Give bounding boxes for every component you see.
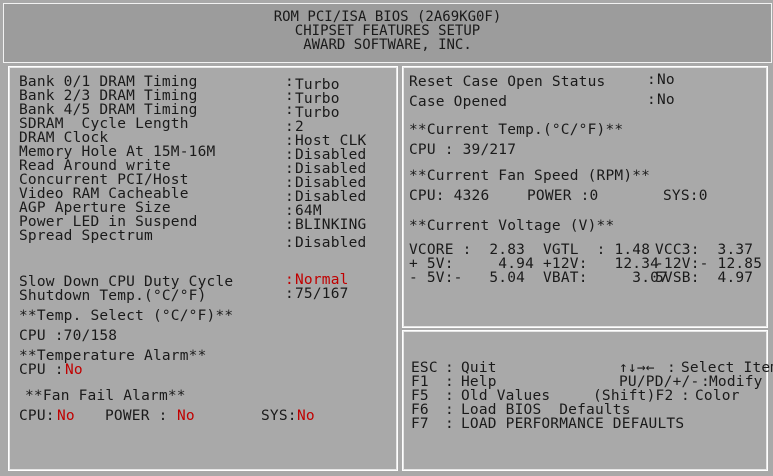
setting-value[interactable]: Disabled (295, 176, 366, 191)
fan-speed-sys: SYS:0 (663, 188, 708, 204)
bios-title: ROM PCI/ISA BIOS (2A69KG0F) (273, 9, 502, 25)
help-key-2: PU/PD/+/- (619, 374, 700, 390)
voltage-plus5: + 5V: 4.94 (409, 256, 535, 272)
bios-screen: ROM PCI/ISA BIOS (2A69KG0F) CHIPSET FEAT… (0, 0, 773, 476)
voltage-plus12: +12V: 12.34 (543, 256, 660, 272)
setting-label: Bank 4/5 DRAM Timing (19, 102, 198, 118)
setting-value[interactable]: Turbo (295, 78, 340, 93)
help-text: LOAD PERFORMANCE DEFAULTS (461, 416, 685, 432)
help-panel: ESC : Quit ↑↓→← : Select Item F1 : Help … (402, 330, 773, 471)
case-opened-label: Case Opened (409, 94, 508, 110)
fan-speed-cpu: CPU: 4326 (409, 188, 490, 204)
selected-setting-value[interactable]: Normal (295, 273, 349, 288)
setting-label: Bank 2/3 DRAM Timing (19, 88, 198, 104)
help-text-2: Color (695, 388, 740, 404)
setting-value[interactable]: 64M (295, 204, 322, 219)
setting-label: Slow Down CPU Duty Cycle (19, 274, 234, 290)
setting-label: Read Around write (19, 158, 171, 174)
help-key: F1 (411, 374, 429, 390)
setting-label: Concurrent PCI/Host (19, 172, 189, 188)
fan-speed-title: **Current Fan Speed (RPM)** (409, 168, 651, 184)
page-title: CHIPSET FEATURES SETUP (294, 23, 481, 39)
setting-label: SDRAM Cycle Length (19, 116, 189, 132)
setting-value[interactable]: Turbo (295, 106, 340, 121)
setting-value[interactable]: 2 (295, 120, 304, 135)
fan-fail-sys-value[interactable]: No (297, 409, 315, 424)
current-temp-title: **Current Temp.(°C/°F)** (409, 122, 624, 138)
voltage-vcc3: VCC3: 3.37 (655, 242, 754, 258)
temp-select-title: **Temp. Select (°C/°F)** (19, 308, 234, 324)
setting-label: Memory Hole At 15M-16M (19, 144, 216, 160)
temp-alarm-cpu-label: CPU : (19, 362, 64, 378)
voltage-vbat: VBAT: 3.07 (543, 270, 669, 286)
reset-case-label: Reset Case Open Status (409, 74, 606, 90)
setting-label: Bank 0/1 DRAM Timing (19, 74, 198, 90)
fan-fail-power-value[interactable]: No (177, 409, 195, 424)
help-text-2: Select Item (681, 360, 773, 376)
setting-value[interactable]: Turbo (295, 92, 340, 107)
help-text: Help (461, 374, 497, 390)
help-key-2: ↑↓→← (619, 360, 655, 376)
setting-label: AGP Aperture Size (19, 200, 171, 216)
voltage-vgtl: VGTL : 1.48 (543, 242, 651, 258)
fan-fail-sys-label: SYS: (261, 408, 297, 424)
temp-select-cpu[interactable]: CPU :70/158 (19, 329, 117, 344)
fan-fail-cpu-value[interactable]: No (57, 409, 75, 424)
setting-value[interactable]: Host CLK (295, 134, 366, 149)
setting-value[interactable]: BLINKING (295, 218, 366, 233)
current-temp-cpu: CPU : 39/217 (409, 142, 517, 158)
setting-value[interactable]: 75/167 (295, 287, 349, 302)
setting-colon: : (285, 74, 294, 90)
setting-label: DRAM Clock (19, 130, 109, 146)
voltage-title: **Current Voltage (V)** (409, 218, 615, 234)
help-key-2: (Shift)F2 (593, 388, 674, 404)
help-text: Load BIOS Defaults (461, 402, 631, 418)
voltage-vcore: VCORE : 2.83 (409, 242, 526, 258)
temp-alarm-title: **Temperature Alarm** (19, 348, 207, 364)
help-key: F5 (411, 388, 429, 404)
voltage-minus12: -12V:- 12.85 (655, 256, 763, 272)
voltage-5vsb: 5VSB: 4.97 (655, 270, 754, 286)
setting-label: Spread Spectrum (19, 228, 153, 244)
help-key: ESC (411, 360, 438, 376)
help-key: F7 (411, 416, 429, 432)
fan-speed-power: POWER :0 (527, 188, 599, 204)
setting-value[interactable]: Disabled (295, 162, 366, 177)
help-key: F6 (411, 402, 429, 418)
setting-value[interactable]: Disabled (295, 236, 366, 251)
setting-value[interactable]: Disabled (295, 148, 366, 163)
help-text: Old Values (461, 388, 551, 404)
temp-alarm-cpu-value[interactable]: No (65, 363, 83, 378)
hardware-monitor-panel: Reset Case Open Status : No Case Opened … (402, 66, 768, 328)
vendor-name: AWARD SOFTWARE, INC. (303, 37, 472, 53)
setting-label: Power LED in Suspend (19, 214, 198, 230)
help-text: Quit (461, 360, 497, 376)
fan-fail-power-label: POWER : (105, 408, 168, 424)
bios-header: ROM PCI/ISA BIOS (2A69KG0F) CHIPSET FEAT… (3, 3, 772, 63)
reset-case-value[interactable]: No (657, 73, 675, 88)
case-opened-value: No (657, 92, 675, 108)
help-text-2: Modify (709, 374, 763, 390)
settings-panel: Bank 0/1 DRAM Timing : Turbo Bank 2/3 DR… (8, 66, 398, 471)
fan-fail-cpu-label: CPU: (19, 408, 55, 424)
setting-value[interactable]: Disabled (295, 190, 366, 205)
voltage-minus5: - 5V:- 5.04 (409, 270, 526, 286)
fan-fail-title: **Fan Fail Alarm** (25, 388, 186, 404)
setting-label: Shutdown Temp.(°C/°F) (19, 288, 207, 304)
setting-label: Video RAM Cacheable (19, 186, 189, 202)
